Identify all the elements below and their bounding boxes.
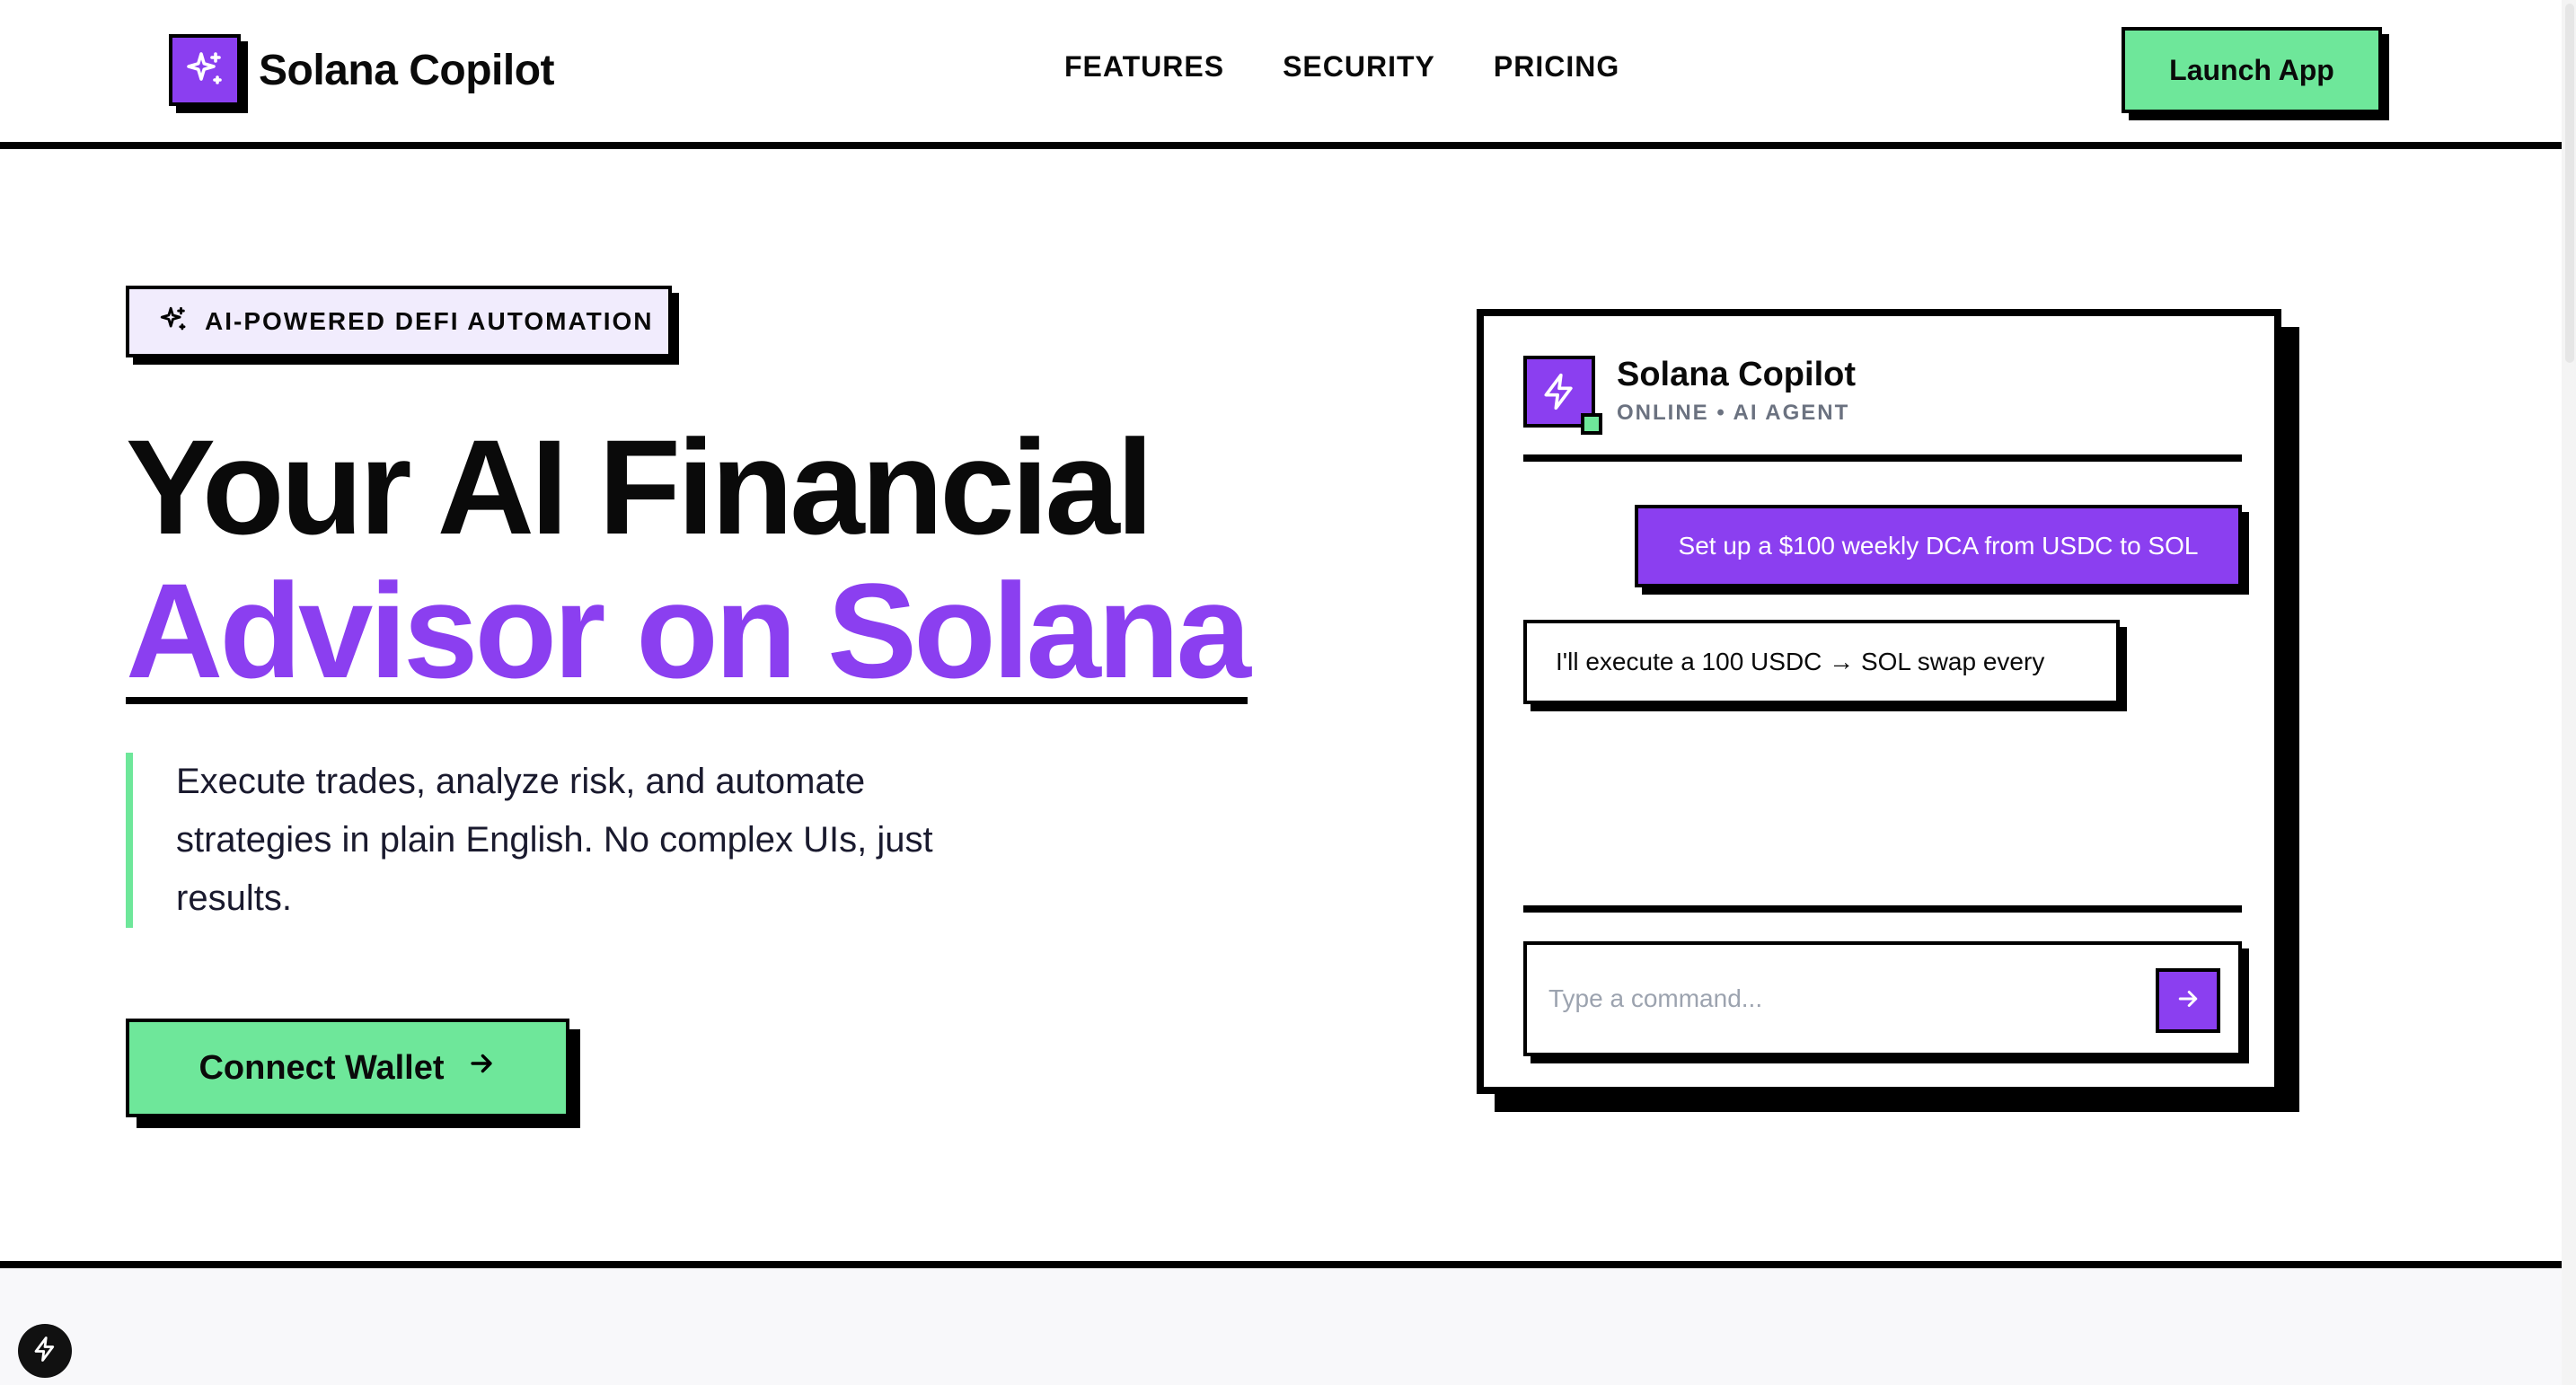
- connect-wallet-label: Connect Wallet: [198, 1048, 445, 1087]
- arrow-right-icon: [2175, 985, 2201, 1017]
- navbar: Solana Copilot FEATURES SECURITY PRICING…: [0, 0, 2562, 149]
- hero-description: Execute trades, analyze risk, and automa…: [126, 753, 1024, 928]
- online-indicator: [1581, 413, 1602, 435]
- nav-link-features[interactable]: FEATURES: [1064, 50, 1224, 84]
- chat-header: Solana Copilot ONLINE • AI AGENT: [1523, 352, 2242, 462]
- hero-title-line2: Advisor on Solana: [126, 555, 1251, 706]
- launch-app-button[interactable]: Launch App: [2122, 27, 2382, 113]
- connect-wallet-button[interactable]: Connect Wallet: [126, 1019, 569, 1117]
- nav-links: FEATURES SECURITY PRICING: [1064, 50, 1619, 84]
- chat-divider: [1523, 905, 2242, 913]
- user-message: Set up a $100 weekly DCA from USDC to SO…: [1635, 505, 2242, 587]
- nav-link-pricing[interactable]: PRICING: [1494, 50, 1619, 84]
- section-divider: [0, 1261, 2562, 1268]
- hero-tag-badge: AI-POWERED DEFI AUTOMATION: [126, 286, 672, 357]
- hero-title: Your AI Financial Advisor on Solana: [126, 411, 1251, 706]
- hero-title-line1: Your AI Financial: [126, 411, 1153, 562]
- dev-tools-badge[interactable]: [18, 1324, 72, 1378]
- hero-tag-text: AI-POWERED DEFI AUTOMATION: [205, 307, 654, 335]
- agent-name: Solana Copilot: [1617, 356, 1856, 393]
- command-input[interactable]: [1527, 945, 2138, 1053]
- scrollbar-thumb[interactable]: [2565, 4, 2574, 363]
- bot-message: I'll execute a 100 USDC → SOL swap every: [1523, 620, 2120, 704]
- brand[interactable]: Solana Copilot: [169, 34, 555, 106]
- arrow-right-icon: [466, 1048, 497, 1088]
- lightning-icon: [31, 1336, 58, 1367]
- sparkles-icon: [158, 304, 189, 340]
- sparkles-icon: [169, 34, 241, 106]
- send-button[interactable]: [2156, 968, 2220, 1033]
- next-section: [0, 1268, 2562, 1385]
- chat-input-box: [1523, 941, 2242, 1056]
- page-scrollbar[interactable]: [2562, 0, 2576, 1385]
- nav-link-security[interactable]: SECURITY: [1283, 50, 1435, 84]
- agent-status: ONLINE • AI AGENT: [1617, 401, 1850, 425]
- chat-preview-card: Solana Copilot ONLINE • AI AGENT Set up …: [1477, 309, 2281, 1094]
- brand-name: Solana Copilot: [259, 46, 555, 94]
